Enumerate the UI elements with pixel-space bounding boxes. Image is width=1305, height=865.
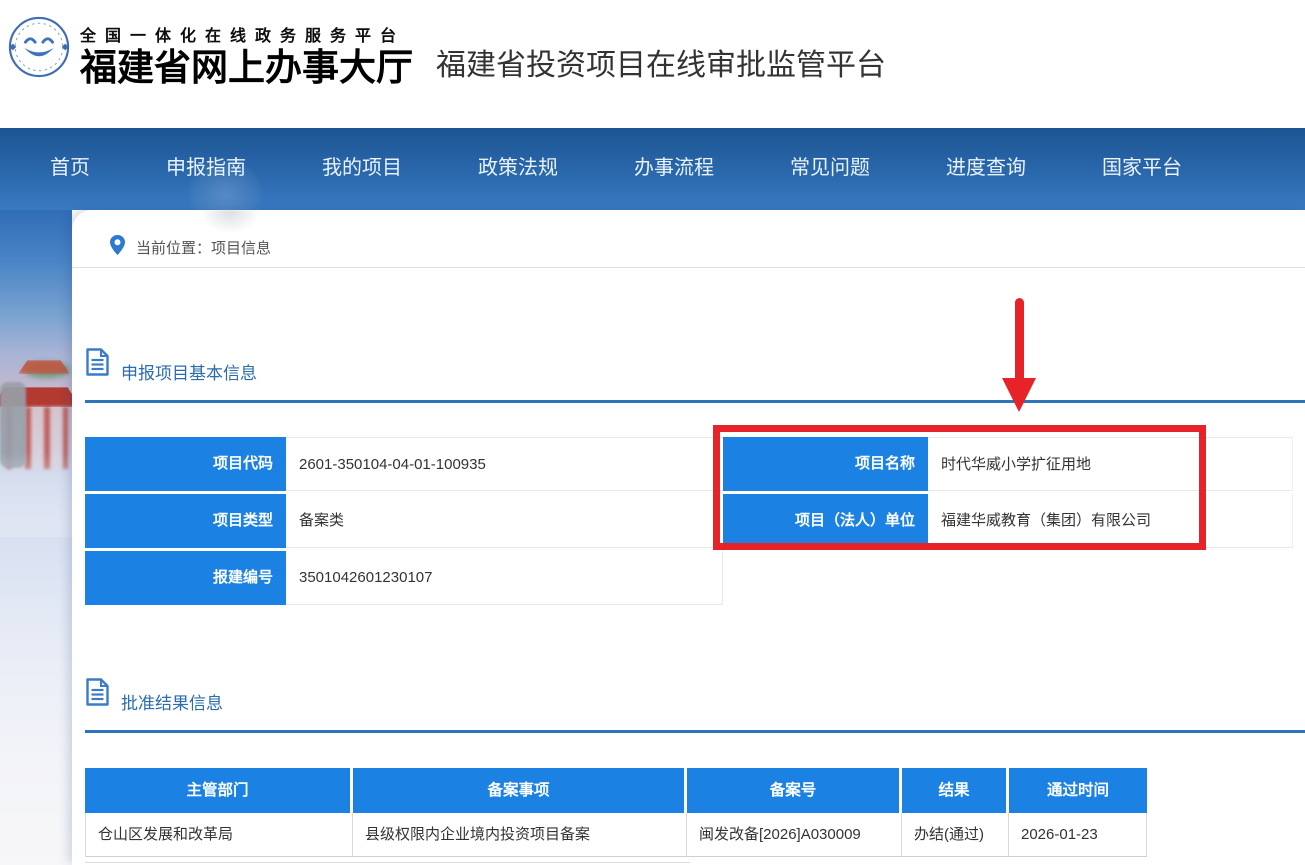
section-underline: [85, 730, 1305, 733]
background-temple-upper-roof: [18, 360, 70, 374]
background-scenery: [0, 210, 72, 865]
nav-watermark-base: [200, 210, 260, 234]
background-haze: [0, 452, 72, 537]
section-underline: [85, 400, 1305, 403]
red-box-annotation: [713, 425, 1206, 550]
table-cell-filing-number: 闽发改备[2026]A030009: [687, 813, 902, 857]
table-cell-result: 办结(通过): [902, 813, 1009, 857]
nav-item-process[interactable]: 办事流程: [634, 151, 714, 180]
document-icon: [86, 678, 109, 706]
table-cell-pass-date: 2026-01-23: [1009, 813, 1147, 857]
red-arrow-annotation: [1015, 298, 1024, 383]
table-next-row-edge: [85, 862, 690, 863]
location-pin-icon: [110, 235, 125, 255]
breadcrumb-prefix: 当前位置：: [136, 240, 212, 257]
nav-item-progress-query[interactable]: 进度查询: [946, 151, 1026, 180]
document-icon: [86, 348, 109, 376]
site-header: 全国一体化在线政务服务平台 福建省网上办事大厅 福建省投资项目在线审批监管平台: [0, 0, 1305, 128]
field-label-project-type: 项目类型: [85, 494, 286, 548]
nav-item-faq[interactable]: 常见问题: [790, 151, 870, 180]
nav-item-national-platform[interactable]: 国家平台: [1102, 151, 1182, 180]
breadcrumb-divider: [72, 267, 1305, 268]
site-logo-text: 全国一体化在线政务服务平台 福建省网上办事大厅: [80, 22, 413, 90]
logo-tagline: 全国一体化在线政务服务平台: [80, 28, 406, 45]
field-value-project-code: 2601-350104-04-01-100935: [286, 437, 723, 491]
field-value-project-type: 备案类: [286, 494, 723, 548]
column-header-filing-number: 备案号: [687, 768, 902, 813]
main-nav: 首页 申报指南 我的项目 政策法规 办事流程 常见问题 进度查询 国家平台: [0, 128, 1305, 232]
breadcrumb: 当前位置：项目信息: [136, 237, 271, 258]
nav-item-home[interactable]: 首页: [50, 151, 90, 180]
section-title-basic-info: 申报项目基本信息: [121, 364, 257, 383]
field-label-build-number: 报建编号: [85, 551, 286, 605]
nav-item-my-projects[interactable]: 我的项目: [322, 151, 402, 180]
nav-item-declare-guide[interactable]: 申报指南: [166, 151, 246, 180]
red-arrow-head-icon: [1002, 378, 1036, 412]
column-header-result: 结果: [902, 768, 1009, 813]
column-header-filing-item: 备案事项: [353, 768, 687, 813]
table-cell-department: 仓山区发展和改革局: [85, 813, 353, 857]
nav-items: 首页 申报指南 我的项目 政策法规 办事流程 常见问题 进度查询 国家平台: [50, 151, 1182, 180]
column-header-pass-date: 通过时间: [1009, 768, 1147, 813]
field-value-build-number: 3501042601230107: [286, 551, 723, 605]
table-cell-filing-item: 县级权限内企业境内投资项目备案: [353, 813, 687, 857]
nav-item-policies[interactable]: 政策法规: [478, 151, 558, 180]
section-title-approval-result: 批准结果信息: [121, 694, 223, 713]
column-header-department: 主管部门: [85, 768, 353, 813]
logo-title: 福建省网上办事大厅: [80, 48, 413, 89]
platform-title: 福建省投资项目在线审批监管平台: [436, 49, 886, 82]
gov-seal-logo-icon: [8, 16, 70, 78]
breadcrumb-current: 项目信息: [211, 240, 272, 257]
field-label-project-code: 项目代码: [85, 437, 286, 491]
